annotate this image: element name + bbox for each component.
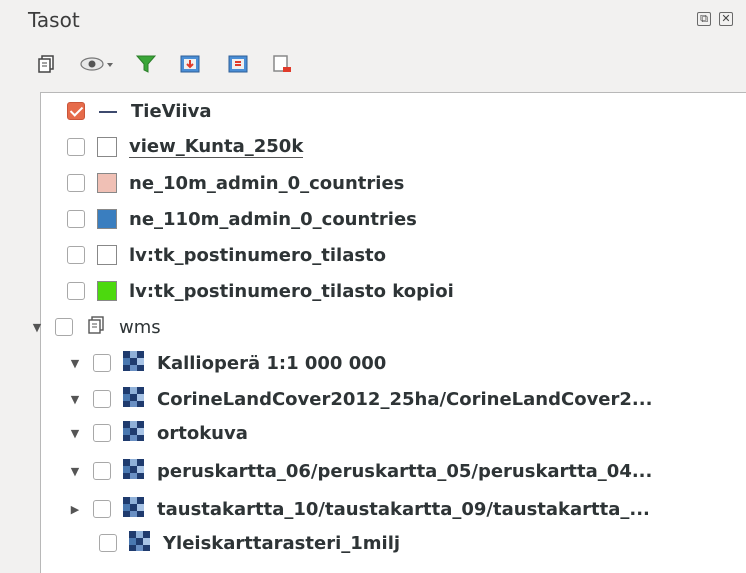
layer-label: ne_10m_admin_0_countries bbox=[129, 172, 405, 194]
add-group-icon[interactable] bbox=[34, 52, 58, 76]
layer-label: ne_110m_admin_0_countries bbox=[129, 208, 417, 230]
raster-layer-icon bbox=[123, 459, 145, 483]
collapse-arrow-icon[interactable]: ▼ bbox=[69, 465, 81, 478]
fill-symbol-swatch bbox=[97, 245, 117, 265]
group-icon bbox=[85, 314, 107, 340]
layer-visibility-checkbox[interactable] bbox=[67, 174, 85, 192]
layer-label: Kallioperä 1:1 000 000 bbox=[157, 352, 387, 374]
layer-row[interactable]: Yleiskarttarasteri_1milj bbox=[99, 525, 400, 561]
layer-row[interactable]: ▼ ortokuva bbox=[69, 415, 248, 451]
layer-label: CorineLandCover2012_25ha/CorineLandCover… bbox=[157, 388, 653, 410]
raster-layer-icon bbox=[123, 351, 145, 375]
layer-label: wms bbox=[119, 316, 161, 338]
layer-visibility-checkbox[interactable] bbox=[93, 500, 111, 518]
expand-arrow-icon[interactable]: ▶ bbox=[69, 503, 81, 516]
layer-visibility-checkbox[interactable] bbox=[67, 102, 85, 120]
collapse-all-icon[interactable] bbox=[226, 52, 250, 76]
layer-row[interactable]: lv:tk_postinumero_tilasto kopioi bbox=[67, 273, 454, 309]
layer-row[interactable]: ▼ Kallioperä 1:1 000 000 bbox=[69, 345, 386, 381]
collapse-arrow-icon[interactable]: ▼ bbox=[69, 393, 81, 406]
fill-symbol-swatch bbox=[97, 173, 117, 193]
layer-label: lv:tk_postinumero_tilasto bbox=[129, 244, 387, 266]
panel-titlebar: Tasot ⧉ ✕ bbox=[0, 0, 746, 42]
raster-layer-icon bbox=[123, 387, 145, 411]
layer-row[interactable]: TieViiva bbox=[67, 93, 212, 129]
layer-visibility-checkbox[interactable] bbox=[93, 390, 111, 408]
layer-label: taustakartta_10/taustakartta_09/taustaka… bbox=[157, 498, 650, 520]
layer-row[interactable]: view_Kunta_250k bbox=[67, 129, 304, 165]
layer-visibility-checkbox[interactable] bbox=[55, 318, 73, 336]
layer-label: view_Kunta_250k bbox=[129, 136, 304, 158]
layer-row[interactable]: ▼ CorineLandCover2012_25ha/CorineLandCove… bbox=[69, 381, 652, 417]
filter-icon[interactable] bbox=[134, 52, 158, 76]
fill-symbol-swatch bbox=[97, 137, 117, 157]
layer-label: TieViiva bbox=[131, 100, 212, 122]
layer-row[interactable]: lv:tk_postinumero_tilasto bbox=[67, 237, 386, 273]
layers-toolbar bbox=[0, 44, 746, 84]
layer-row[interactable]: ne_10m_admin_0_countries bbox=[67, 165, 404, 201]
fill-symbol-swatch bbox=[97, 209, 117, 229]
raster-layer-icon bbox=[123, 497, 145, 521]
panel-title: Tasot bbox=[28, 8, 80, 32]
collapse-arrow-icon[interactable]: ▼ bbox=[31, 321, 43, 334]
fill-symbol-swatch bbox=[97, 281, 117, 301]
layer-label: peruskartta_06/peruskartta_05/peruskartt… bbox=[157, 460, 653, 482]
visibility-icon[interactable] bbox=[78, 52, 118, 76]
raster-layer-icon bbox=[123, 421, 145, 445]
layer-row[interactable]: ▶ taustakartta_10/taustakartta_09/taustak… bbox=[69, 491, 650, 527]
raster-layer-icon bbox=[129, 531, 151, 555]
layer-row[interactable]: ▼ peruskartta_06/peruskartta_05/peruskart… bbox=[69, 453, 652, 489]
layer-label: lv:tk_postinumero_tilasto kopioi bbox=[129, 280, 454, 302]
layer-label: Yleiskarttarasteri_1milj bbox=[163, 532, 401, 554]
layer-row[interactable]: ne_110m_admin_0_countries bbox=[67, 201, 417, 237]
layer-visibility-checkbox[interactable] bbox=[67, 282, 85, 300]
layer-visibility-checkbox[interactable] bbox=[93, 424, 111, 442]
layer-visibility-checkbox[interactable] bbox=[67, 246, 85, 264]
close-panel-icon[interactable]: ✕ bbox=[719, 12, 733, 26]
layer-visibility-checkbox[interactable] bbox=[67, 210, 85, 228]
layer-visibility-checkbox[interactable] bbox=[99, 534, 117, 552]
layer-visibility-checkbox[interactable] bbox=[93, 354, 111, 372]
layer-label: ortokuva bbox=[157, 422, 248, 444]
remove-layer-icon[interactable] bbox=[270, 52, 294, 76]
collapse-arrow-icon[interactable]: ▼ bbox=[69, 357, 81, 370]
collapse-arrow-icon[interactable]: ▼ bbox=[69, 427, 81, 440]
layer-row[interactable]: ▼ wms bbox=[31, 309, 161, 345]
line-symbol-icon bbox=[97, 101, 119, 121]
layer-visibility-checkbox[interactable] bbox=[93, 462, 111, 480]
expand-all-icon[interactable] bbox=[178, 52, 202, 76]
layers-tree: TieViiva view_Kunta_250k ne_10m_admin_0_co… bbox=[33, 92, 746, 573]
layer-visibility-checkbox[interactable] bbox=[67, 138, 85, 156]
float-panel-icon[interactable]: ⧉ bbox=[697, 12, 711, 26]
